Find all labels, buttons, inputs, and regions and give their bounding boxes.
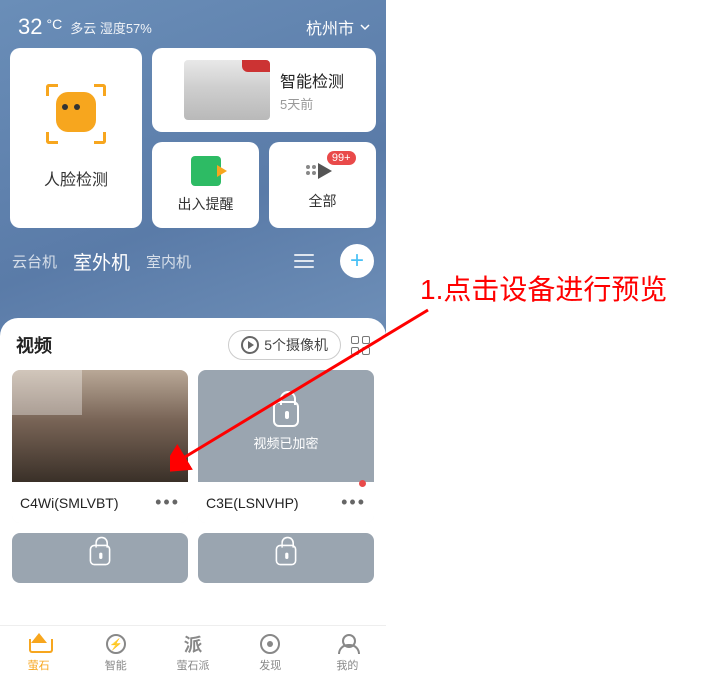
tab-ptz[interactable]: 云台机 xyxy=(12,251,57,272)
face-scan-icon xyxy=(48,86,104,142)
weather-text: 多云 湿度57% xyxy=(70,18,152,37)
menu-icon[interactable] xyxy=(294,254,314,268)
sheet-title: 视频 xyxy=(16,332,52,358)
pai-icon: 派 xyxy=(184,631,202,657)
camera-card-2[interactable]: 视频已加密 C3E(LSNVHP) ••• xyxy=(198,370,374,523)
bolt-icon: ⚡ xyxy=(106,634,126,654)
camera-card-4[interactable] xyxy=(198,533,374,583)
nav-smart[interactable]: ⚡ 智能 xyxy=(77,626,154,680)
device-tabs: 云台机 室外机 室内机 + xyxy=(0,228,386,288)
camera-card-3[interactable] xyxy=(12,533,188,583)
feature-cards: 人脸检测 智能检测 5天前 出入提醒 99+ xyxy=(0,48,386,228)
camera-preview-2: 视频已加密 xyxy=(198,370,374,482)
nav-discover[interactable]: 发现 xyxy=(232,626,309,680)
more-icon[interactable]: ••• xyxy=(335,492,366,513)
nav-pai-label: 萤石派 xyxy=(177,657,210,673)
face-detection-label: 人脸检测 xyxy=(44,166,108,190)
encrypted-label: 视频已加密 xyxy=(253,433,318,452)
bottom-nav: 萤石 ⚡ 智能 派 萤石派 发现 我的 xyxy=(0,625,386,680)
target-icon xyxy=(260,634,280,654)
grid-view-icon[interactable] xyxy=(351,336,370,355)
app-screen: 32 °C 多云 湿度57% 杭州市 人脸检测 智能检测 5天前 xyxy=(0,0,386,680)
all-label: 全部 xyxy=(309,191,337,211)
user-icon xyxy=(338,634,356,654)
smart-thumbnail xyxy=(184,60,270,120)
lock-icon xyxy=(90,545,111,566)
camera-count-label: 5个摄像机 xyxy=(264,335,328,355)
temperature-value: 32 xyxy=(18,14,42,40)
all-badge: 99+ xyxy=(327,151,356,165)
tab-indoor[interactable]: 室内机 xyxy=(146,251,191,272)
header: 32 °C 多云 湿度57% 杭州市 xyxy=(0,0,386,48)
lock-icon xyxy=(276,545,297,566)
video-sheet: 视频 5个摄像机 C4Wi(SMLVBT) ••• 视频已加密 xyxy=(0,318,386,625)
more-icon[interactable]: ••• xyxy=(149,492,180,513)
city-selector[interactable]: 杭州市 xyxy=(306,15,372,39)
smart-detection-card[interactable]: 智能检测 5天前 xyxy=(152,48,376,132)
nav-pai[interactable]: 派 萤石派 xyxy=(154,626,231,680)
home-icon xyxy=(29,635,49,653)
annotation-text: 1.点击设备进行预览 xyxy=(420,270,667,309)
lock-icon xyxy=(273,401,299,427)
nav-smart-label: 智能 xyxy=(105,657,127,673)
temperature-unit: °C xyxy=(46,16,62,32)
door-icon xyxy=(191,156,221,186)
entry-exit-card[interactable]: 出入提醒 xyxy=(152,142,259,228)
all-icon: 99+ xyxy=(306,159,340,183)
nav-mine[interactable]: 我的 xyxy=(309,626,386,680)
camera-name-1: C4Wi(SMLVBT) xyxy=(20,495,149,511)
add-device-button[interactable]: + xyxy=(340,244,374,278)
camera-count-chip[interactable]: 5个摄像机 xyxy=(228,330,341,360)
nav-discover-label: 发现 xyxy=(259,657,281,673)
camera-name-2: C3E(LSNVHP) xyxy=(206,495,335,511)
all-card[interactable]: 99+ 全部 xyxy=(269,142,376,228)
nav-home-label: 萤石 xyxy=(28,657,50,673)
camera-card-1[interactable]: C4Wi(SMLVBT) ••• xyxy=(12,370,188,523)
tab-outdoor[interactable]: 室外机 xyxy=(73,248,130,275)
play-icon xyxy=(241,336,259,354)
city-name: 杭州市 xyxy=(306,15,354,39)
smart-subtitle: 5天前 xyxy=(280,94,344,113)
smart-title: 智能检测 xyxy=(280,68,344,92)
chevron-down-icon xyxy=(358,20,372,34)
camera-preview-1 xyxy=(12,370,188,482)
nav-mine-label: 我的 xyxy=(336,657,358,673)
alert-dot xyxy=(359,480,366,487)
nav-home[interactable]: 萤石 xyxy=(0,626,77,680)
entry-exit-label: 出入提醒 xyxy=(178,194,234,214)
face-detection-card[interactable]: 人脸检测 xyxy=(10,48,142,228)
